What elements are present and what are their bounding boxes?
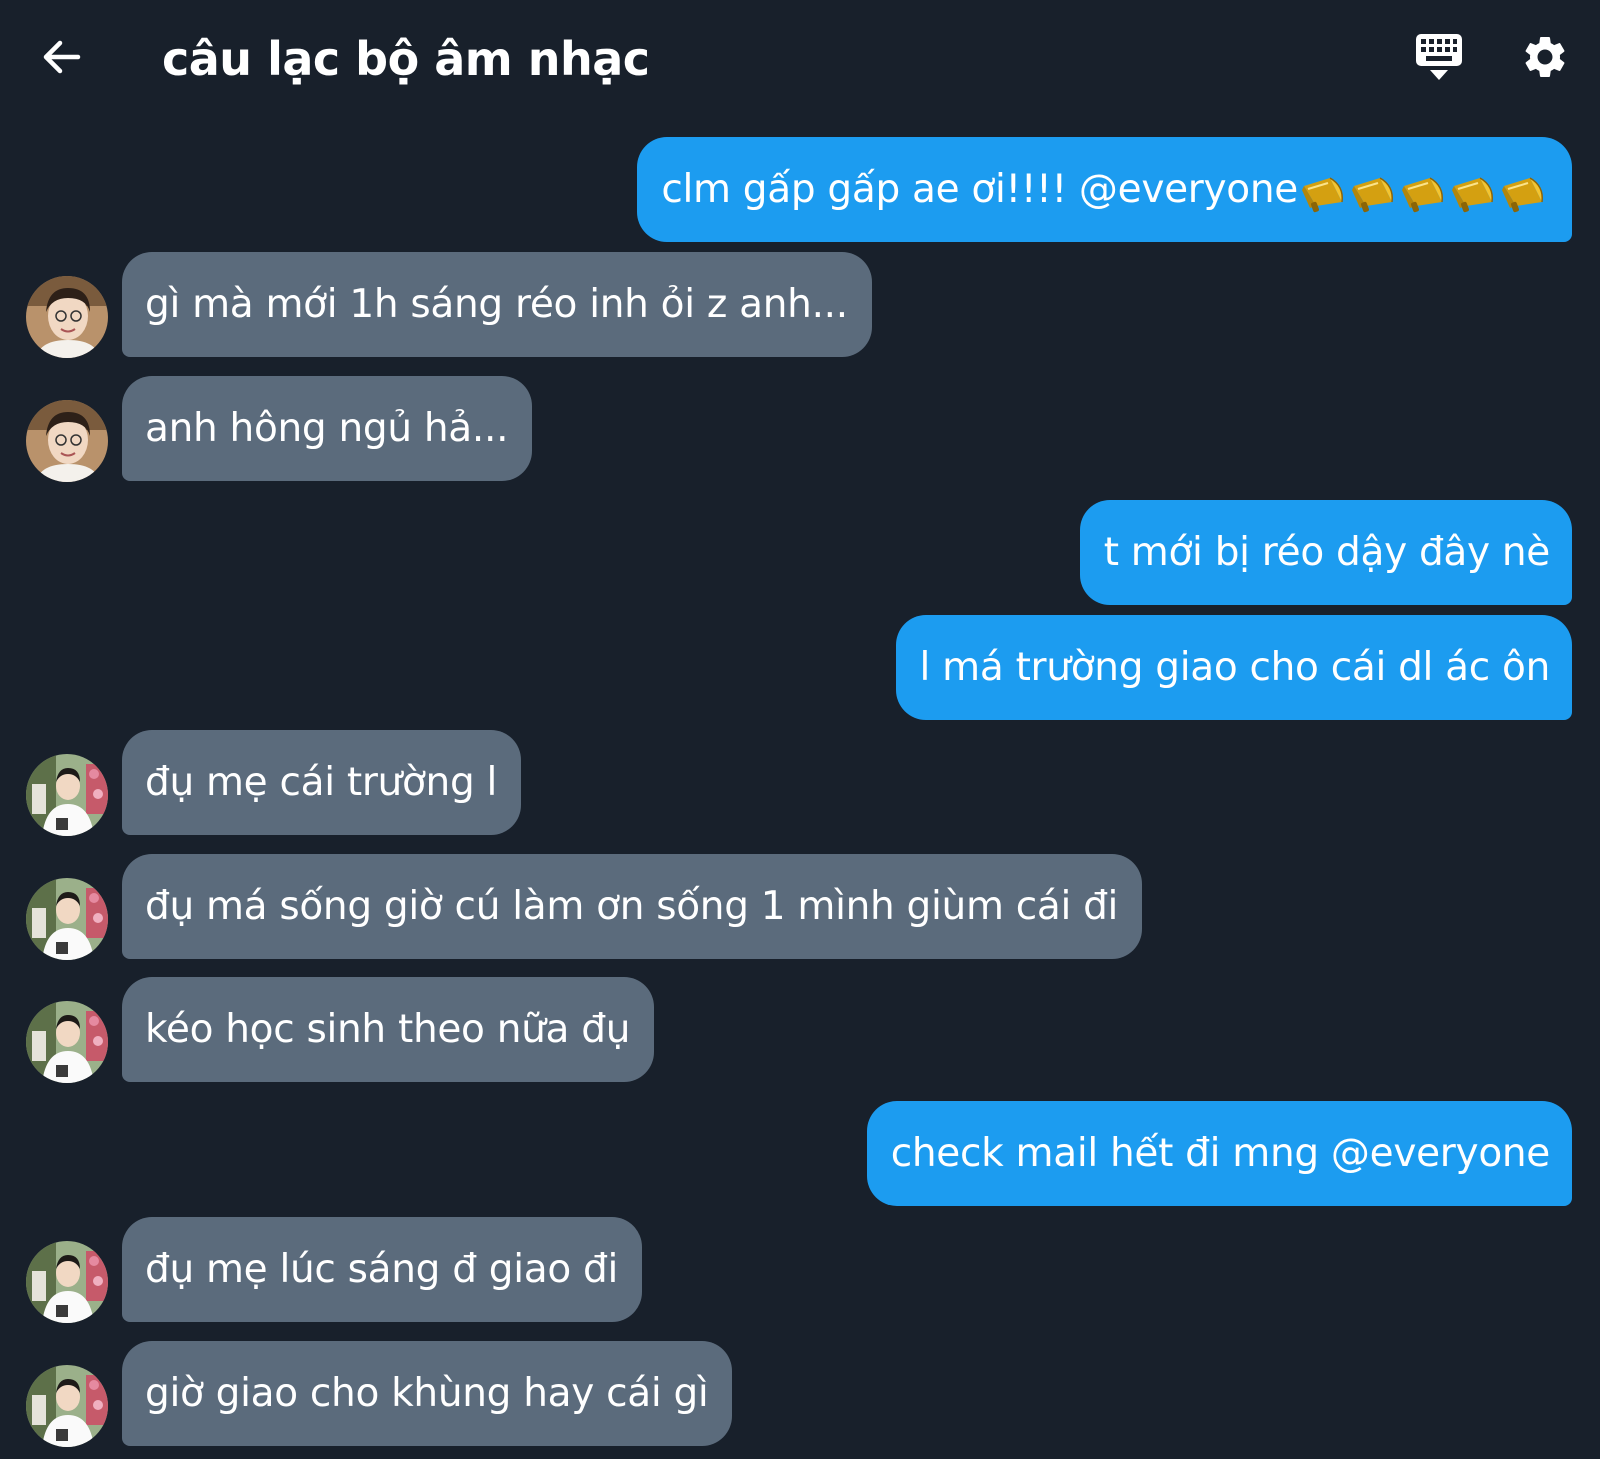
avatar[interactable] xyxy=(26,276,108,358)
megaphone-icon xyxy=(1450,172,1500,216)
message-incoming[interactable]: giờ giao cho khùng hay cái gì xyxy=(122,1341,733,1446)
message-text: t mới bị réo dậy đây nè xyxy=(1103,530,1551,575)
avatar[interactable] xyxy=(26,400,108,482)
message-text: l má trường giao cho cái dl ác ôn xyxy=(919,645,1551,690)
avatar[interactable] xyxy=(26,754,108,836)
message-text: giờ giao cho khùng hay cái gì xyxy=(145,1371,709,1416)
message-incoming[interactable]: gì mà mới 1h sáng réo inh ỏi z anh... xyxy=(122,252,872,357)
message-incoming[interactable]: đụ mẹ lúc sáng đ giao đi xyxy=(122,1217,643,1322)
message-incoming[interactable]: anh hông ngủ hả... xyxy=(122,376,533,481)
message-text: đụ má sống giờ cú làm ơn sống 1 mình giù… xyxy=(145,884,1119,929)
message-outgoing[interactable]: t mới bị réo dậy đây nè xyxy=(1079,500,1572,605)
message-text: clm gấp gấp ae ơi!!!! @everyone xyxy=(661,167,1298,212)
avatar[interactable] xyxy=(26,1365,108,1447)
keyboard-icon xyxy=(1412,34,1466,88)
megaphone-emoji-row xyxy=(1300,139,1550,244)
settings-button[interactable] xyxy=(1520,32,1570,82)
keyboard-button[interactable] xyxy=(1412,30,1466,84)
message-text: kéo học sinh theo nữa đụ xyxy=(145,1007,631,1052)
megaphone-icon xyxy=(1300,172,1350,216)
avatar[interactable] xyxy=(26,878,108,960)
chat-title: câu lạc bộ âm nhạc xyxy=(162,32,650,86)
megaphone-icon xyxy=(1500,172,1550,216)
arrow-left-icon xyxy=(38,40,88,86)
message-outgoing[interactable]: clm gấp gấp ae ơi!!!! @everyone xyxy=(637,137,1572,242)
message-incoming[interactable]: đụ mẹ cái trường l xyxy=(122,730,522,835)
megaphone-icon xyxy=(1350,172,1400,216)
message-text: gì mà mới 1h sáng réo inh ỏi z anh... xyxy=(145,282,848,327)
message-text: check mail hết đi mng @everyone xyxy=(890,1131,1551,1176)
message-outgoing[interactable]: check mail hết đi mng @everyone xyxy=(866,1101,1572,1206)
back-button[interactable] xyxy=(38,32,88,82)
megaphone-icon xyxy=(1400,172,1450,216)
chat-header: câu lạc bộ âm nhạc xyxy=(0,0,1600,118)
avatar[interactable] xyxy=(26,1241,108,1323)
avatar[interactable] xyxy=(26,1001,108,1083)
message-incoming[interactable]: kéo học sinh theo nữa đụ xyxy=(122,977,655,1082)
message-incoming[interactable]: đụ má sống giờ cú làm ơn sống 1 mình giù… xyxy=(122,854,1143,959)
gear-icon xyxy=(1520,36,1570,86)
message-text: đụ mẹ cái trường l xyxy=(145,760,498,805)
message-text: đụ mẹ lúc sáng đ giao đi xyxy=(145,1247,619,1292)
message-outgoing[interactable]: l má trường giao cho cái dl ác ôn xyxy=(895,615,1572,720)
message-text: anh hông ngủ hả... xyxy=(145,406,509,451)
